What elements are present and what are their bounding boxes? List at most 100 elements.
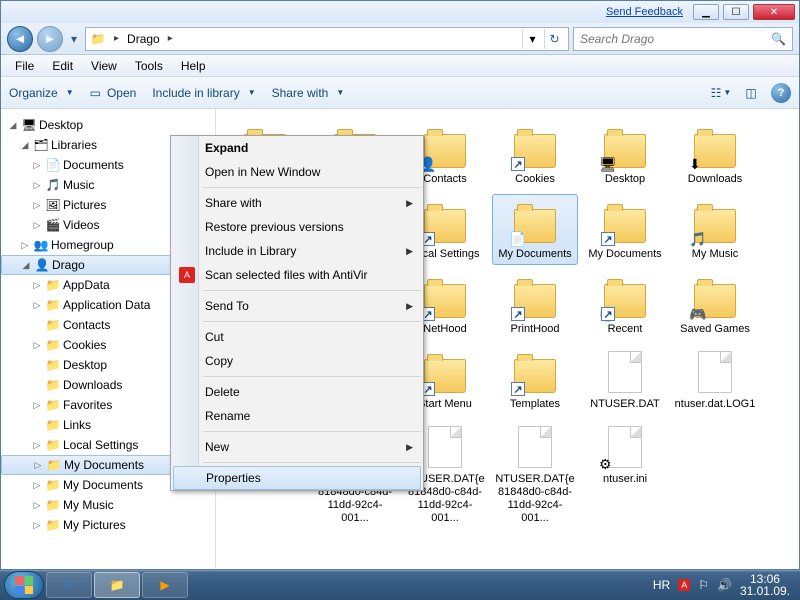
- folder-icon: ⬇: [691, 123, 739, 171]
- file-item[interactable]: 🕘↗Recent: [582, 269, 668, 340]
- folder-icon: 📁: [45, 497, 61, 513]
- submenu-icon: ▶: [406, 246, 413, 257]
- ctx-send-to[interactable]: Send To▶: [171, 294, 423, 318]
- include-library-button[interactable]: Include in library▼: [152, 86, 255, 100]
- breadcrumb-chevron[interactable]: ▸: [110, 33, 123, 44]
- antivir-icon: A: [179, 267, 195, 283]
- nav-history-dropdown[interactable]: ▾: [67, 30, 81, 48]
- homegroup-icon: 👥: [33, 237, 49, 253]
- folder-icon: 📁: [45, 357, 61, 373]
- ctx-expand[interactable]: Expand: [171, 136, 423, 160]
- item-label: NTUSER.DAT{e81848d0-c84d-11dd-92c4-001..…: [494, 473, 576, 525]
- file-item[interactable]: ↗My Documents: [582, 194, 668, 265]
- tray-action-icon[interactable]: ⚐: [698, 578, 709, 592]
- file-icon: [691, 348, 739, 396]
- address-dropdown[interactable]: ▾: [522, 29, 542, 49]
- file-item[interactable]: NTUSER.DAT{e81848d0-c84d-11dd-92c4-001..…: [492, 419, 578, 529]
- open-button[interactable]: ▭Open: [90, 86, 137, 100]
- ctx-delete[interactable]: Delete: [171, 380, 423, 404]
- file-item[interactable]: 🎵My Music: [672, 194, 758, 265]
- taskbar-ie[interactable]: e: [46, 572, 92, 598]
- help-button[interactable]: ?: [771, 83, 791, 103]
- menu-tools[interactable]: Tools: [127, 57, 171, 75]
- menu-help[interactable]: Help: [173, 57, 214, 75]
- folder-icon: ↗: [511, 273, 559, 321]
- item-label: NetHood: [423, 323, 466, 336]
- ctx-cut[interactable]: Cut: [171, 325, 423, 349]
- help-icon: ?: [771, 83, 791, 103]
- nav-desktop[interactable]: ◢🖥Desktop: [1, 115, 215, 135]
- send-feedback-link[interactable]: Send Feedback: [606, 6, 683, 18]
- item-label: My Documents: [498, 248, 571, 261]
- tray-lang[interactable]: HR: [653, 578, 670, 592]
- file-item[interactable]: ↗PrintHood: [492, 269, 578, 340]
- back-button[interactable]: ◄: [7, 26, 33, 52]
- submenu-icon: ▶: [406, 198, 413, 209]
- tray-clock[interactable]: 13:0631.01.09.: [740, 573, 790, 597]
- minimize-button[interactable]: ▁: [693, 4, 719, 20]
- folder-icon: ↗: [511, 348, 559, 396]
- ctx-include-library[interactable]: Include in Library▶: [171, 239, 423, 263]
- folder-icon: 📄: [511, 198, 559, 246]
- file-item[interactable]: ntuser.dat.LOG1: [672, 344, 758, 415]
- tray-antivir-icon[interactable]: A: [678, 579, 690, 591]
- ctx-open-new-window[interactable]: Open in New Window: [171, 160, 423, 184]
- nav-my-pictures[interactable]: ▷📁My Pictures: [1, 515, 215, 535]
- file-item[interactable]: NTUSER.DAT: [582, 344, 668, 415]
- command-bar: Organize▼ ▭Open Include in library▼ Shar…: [1, 77, 799, 109]
- file-item[interactable]: ↗Templates: [492, 344, 578, 415]
- item-label: NTUSER.DAT: [590, 398, 659, 411]
- file-item[interactable]: ⚙ntuser.ini: [582, 419, 668, 529]
- item-label: Saved Games: [680, 323, 750, 336]
- file-item[interactable]: 📄 My Documents: [492, 194, 578, 265]
- breadcrumb-folder[interactable]: Drago: [127, 32, 160, 46]
- folder-icon: 👤: [421, 123, 469, 171]
- taskbar-explorer[interactable]: 📁: [94, 572, 140, 598]
- nav-my-music[interactable]: ▷📁My Music: [1, 495, 215, 515]
- menu-file[interactable]: File: [7, 57, 42, 75]
- titlebar: Send Feedback ▁ ☐ ✕: [1, 1, 799, 23]
- preview-pane-button[interactable]: ◫: [741, 83, 761, 103]
- start-button[interactable]: [4, 571, 44, 599]
- file-icon: [601, 348, 649, 396]
- submenu-icon: ▶: [406, 442, 413, 453]
- refresh-button[interactable]: ↻: [544, 29, 564, 49]
- folder-icon: 🖥: [601, 123, 649, 171]
- organize-button[interactable]: Organize▼: [9, 86, 74, 100]
- shortcut-icon: ↗: [601, 307, 615, 321]
- tray-volume-icon[interactable]: 🔊: [717, 578, 732, 592]
- share-button[interactable]: Share with▼: [272, 86, 345, 100]
- ctx-rename[interactable]: Rename: [171, 404, 423, 428]
- menu-edit[interactable]: Edit: [44, 57, 81, 75]
- ctx-scan-antivir[interactable]: AScan selected files with AntiVir: [171, 263, 423, 287]
- ctx-properties[interactable]: Properties: [173, 466, 421, 490]
- ctx-share-with[interactable]: Share with▶: [171, 191, 423, 215]
- file-item[interactable]: ⬇ Downloads: [672, 119, 758, 190]
- folder-icon: ↗: [601, 198, 649, 246]
- media-icon: ▶: [160, 578, 169, 592]
- search-box[interactable]: 🔍: [573, 27, 793, 51]
- taskbar-media[interactable]: ▶: [142, 572, 188, 598]
- videos-icon: 🎬: [45, 217, 61, 233]
- ctx-new[interactable]: New▶: [171, 435, 423, 459]
- ctx-copy[interactable]: Copy: [171, 349, 423, 373]
- file-item[interactable]: ↗Cookies: [492, 119, 578, 190]
- close-button[interactable]: ✕: [753, 4, 795, 20]
- maximize-button[interactable]: ☐: [723, 4, 749, 20]
- desktop-icon: 🖥: [21, 117, 37, 133]
- item-label: Downloads: [688, 173, 742, 186]
- item-label: Desktop: [605, 173, 645, 186]
- file-item[interactable]: 🖥 Desktop: [582, 119, 668, 190]
- ctx-restore-previous[interactable]: Restore previous versions: [171, 215, 423, 239]
- system-tray[interactable]: HR A ⚐ 🔊 13:0631.01.09.: [653, 573, 796, 597]
- breadcrumb-chevron[interactable]: ▸: [164, 33, 177, 44]
- user-icon: 👤: [34, 257, 50, 273]
- folder-icon: 📁: [45, 477, 61, 493]
- forward-button[interactable]: ►: [37, 26, 63, 52]
- menu-view[interactable]: View: [83, 57, 125, 75]
- search-input[interactable]: [580, 32, 765, 46]
- file-item[interactable]: 🎮Saved Games: [672, 269, 758, 340]
- search-icon[interactable]: 🔍: [771, 32, 786, 46]
- view-button[interactable]: ☷ ▼: [711, 83, 731, 103]
- address-bar[interactable]: 📁 ▸ Drago ▸ ▾ ↻: [85, 27, 569, 51]
